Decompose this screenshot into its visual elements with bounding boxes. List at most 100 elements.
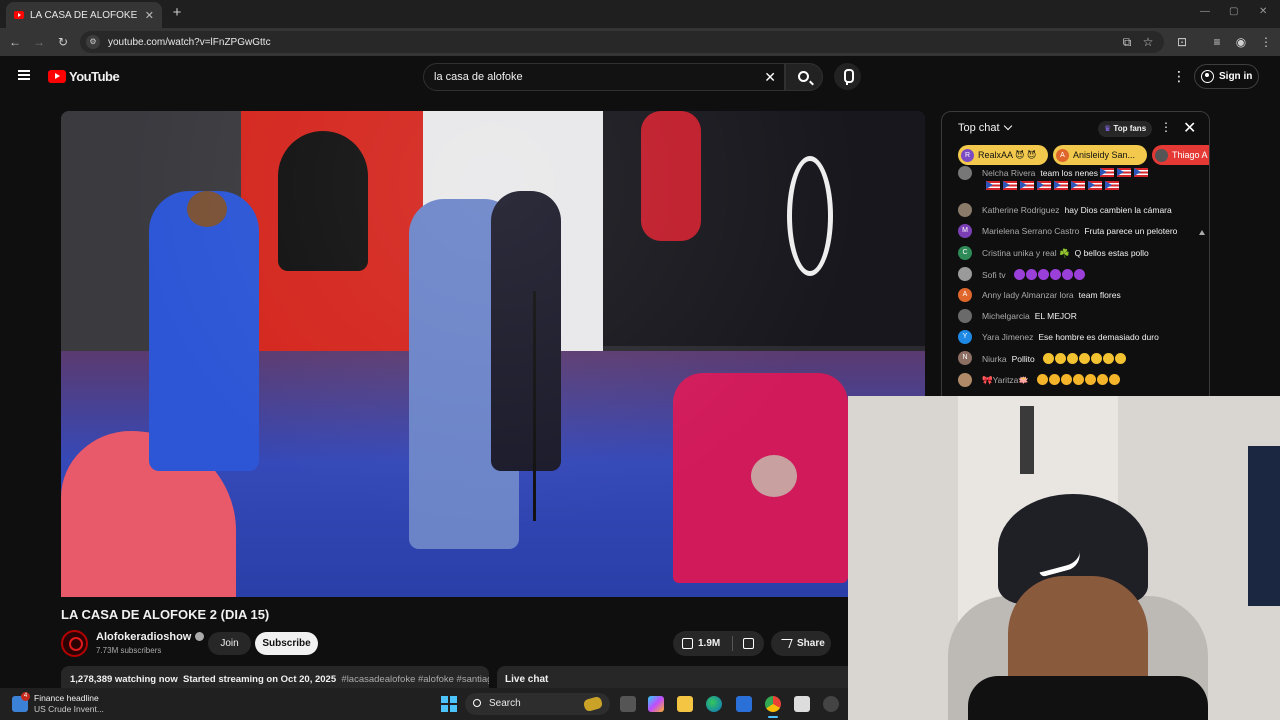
windows-start-icon[interactable] (441, 696, 457, 712)
yellow-heart-icon (1055, 352, 1067, 364)
top-fans-button[interactable]: ♛ Top fans (1098, 121, 1153, 137)
windows-taskbar: 4 Finance headline US Crude Invent... Se… (0, 688, 848, 720)
sign-in-button[interactable]: Sign in (1194, 64, 1259, 89)
bookmark-star-icon[interactable]: ☆ (1140, 34, 1156, 50)
browser-tabstrip: LA CASA DE ALOFOKE 2 (DIA 15) ✕ + — ▢ ✕ (0, 0, 1280, 28)
news-widget[interactable]: 4 Finance headline US Crude Invent... (12, 692, 104, 715)
laughing-face-icon (1061, 374, 1073, 385)
chat-close-icon[interactable]: ✕ (1183, 118, 1196, 138)
search-input[interactable]: la casa de alofoke ✕ (423, 63, 785, 91)
chat-message[interactable]: N Niurka Pollito (958, 351, 1127, 365)
like-button[interactable]: 1.9M (673, 631, 731, 656)
purple-heart-icon (1014, 268, 1025, 280)
thumbs-up-icon (682, 638, 693, 649)
reload-icon[interactable]: ↻ (55, 34, 71, 50)
purple-heart-icon (1050, 268, 1061, 280)
description-hashtags[interactable]: #lacasadealofoke #alofoke #santiago (341, 674, 489, 685)
chat-message[interactable]: Sofi tv (958, 267, 1086, 281)
chat-message[interactable]: Michelgarcia EL MEJOR (958, 309, 1077, 323)
channel-avatar[interactable] (61, 630, 88, 657)
chat-author: Cristina unika y real ☘️ (982, 247, 1070, 258)
back-icon[interactable]: ← (7, 34, 23, 50)
edge-browser-icon[interactable] (706, 696, 722, 712)
video-player[interactable] (61, 111, 925, 597)
menu-hamburger-icon[interactable] (18, 70, 30, 80)
pinned-donor-pill[interactable]: Thiago A (1152, 145, 1209, 165)
chat-message[interactable]: C Cristina unika y real ☘️ Q bellos estas… (958, 246, 1149, 260)
purple-heart-icon (1038, 268, 1049, 280)
browser-tab[interactable]: LA CASA DE ALOFOKE 2 (DIA 15) ✕ (6, 2, 162, 28)
chat-kebab-icon[interactable]: ⋮ (1160, 120, 1172, 134)
chat-mode-dropdown[interactable]: Top chat (958, 121, 1012, 134)
pinned-donor-pill[interactable]: A Anisleidy San... (1053, 145, 1147, 165)
thumbs-down-icon (743, 638, 754, 649)
url-text: youtube.com/watch?v=lFnZPGwGttc (108, 36, 271, 48)
pr-flag-icon (1105, 181, 1119, 190)
subscribe-button[interactable]: Subscribe (255, 632, 318, 655)
window-close-icon[interactable]: ✕ (1259, 6, 1267, 17)
channel-name[interactable]: Alofokeradioshow (96, 631, 205, 643)
chat-message[interactable]: M Marielena Serrano Castro Fruta parece u… (958, 224, 1177, 238)
share-arrow-icon (778, 639, 793, 648)
news-headline: Finance headline (34, 693, 99, 703)
address-bar[interactable]: ⚙ youtube.com/watch?v=lFnZPGwGttc (80, 31, 1164, 53)
pr-flag-icon (1003, 181, 1017, 190)
cast-icon[interactable]: ⧉ (1119, 34, 1135, 50)
copilot-icon[interactable] (648, 696, 664, 712)
youtube-logo[interactable]: YouTube (48, 69, 120, 84)
dislike-button[interactable] (735, 631, 764, 656)
profile-icon[interactable]: ◉ (1233, 34, 1249, 50)
share-button[interactable]: Share (771, 631, 831, 656)
media-controls-icon[interactable]: ≡ (1209, 34, 1225, 50)
mail-icon[interactable] (736, 696, 752, 712)
stream-start-date: Started streaming on Oct 20, 2025 (183, 674, 337, 685)
chat-avatar: N (958, 351, 972, 365)
task-view-icon[interactable] (620, 696, 636, 712)
site-info-icon[interactable]: ⚙ (86, 35, 100, 49)
yellow-heart-icon (1091, 352, 1103, 364)
chrome-icon[interactable] (765, 696, 781, 718)
chat-author: Katherine Rodriguez (982, 205, 1060, 215)
settings-kebab-icon[interactable]: ⋮ (1172, 69, 1186, 83)
subscriber-count: 7.73M subscribers (96, 646, 162, 655)
forward-icon[interactable]: → (31, 34, 47, 50)
chat-text: EL MEJOR (1034, 311, 1077, 321)
minimize-icon[interactable]: — (1200, 6, 1210, 17)
taskbar-search[interactable]: Search (465, 693, 610, 715)
chat-avatar (958, 373, 972, 387)
chat-message[interactable]: 🎀Yaritza🪷 (958, 373, 1121, 387)
search-button[interactable] (785, 63, 823, 91)
verified-check-icon (195, 632, 205, 641)
settings-gear-icon[interactable] (823, 696, 839, 712)
pr-flag-icon (986, 181, 1000, 190)
chat-message[interactable]: A Anny lady Almanzar lora team flores (958, 288, 1121, 302)
channel-name-text: Alofokeradioshow (96, 631, 192, 643)
notepad-icon[interactable] (794, 696, 810, 712)
pinned-donor-pill[interactable]: R RealxAA 😈 😈 (958, 145, 1048, 165)
chat-message[interactable]: Y Yara Jimenez Ese hombre es demasiado du… (958, 330, 1159, 344)
yellow-heart-icon (1043, 352, 1055, 364)
chat-message[interactable]: Katherine Rodriguez hay Dios cambien la c… (958, 203, 1172, 217)
scroll-up-arrow-icon[interactable] (1199, 230, 1205, 235)
voice-search-mic-icon[interactable] (834, 63, 861, 90)
laughing-face-icon (1109, 374, 1121, 385)
donor-name: RealxAA 😈 😈 (978, 149, 1037, 160)
browser-menu-icon[interactable]: ⋮ (1258, 34, 1274, 50)
file-explorer-icon[interactable] (677, 696, 693, 712)
chat-author: Niurka (982, 353, 1007, 364)
pr-flag-icon (1134, 168, 1149, 177)
join-button[interactable]: Join (208, 632, 251, 655)
widget-badge: 4 (21, 692, 30, 701)
laughing-face-icon (1085, 374, 1097, 385)
chat-avatar (958, 203, 972, 217)
tab-search-icon[interactable]: ⊡ (1174, 34, 1190, 50)
chat-author: Anny lady Almanzar lora (982, 290, 1074, 300)
search-clear-icon[interactable]: ✕ (764, 64, 776, 90)
tab-close-icon[interactable]: ✕ (145, 9, 154, 22)
widgets-icon: 4 (12, 692, 30, 712)
donor-avatar: A (1056, 148, 1069, 162)
purple-heart-emoji-row (1014, 268, 1086, 280)
new-tab-button[interactable]: + (169, 4, 185, 22)
chat-message[interactable]: Nelcha Rivera team los nenes (958, 166, 1151, 180)
restore-icon[interactable]: ▢ (1229, 6, 1238, 17)
